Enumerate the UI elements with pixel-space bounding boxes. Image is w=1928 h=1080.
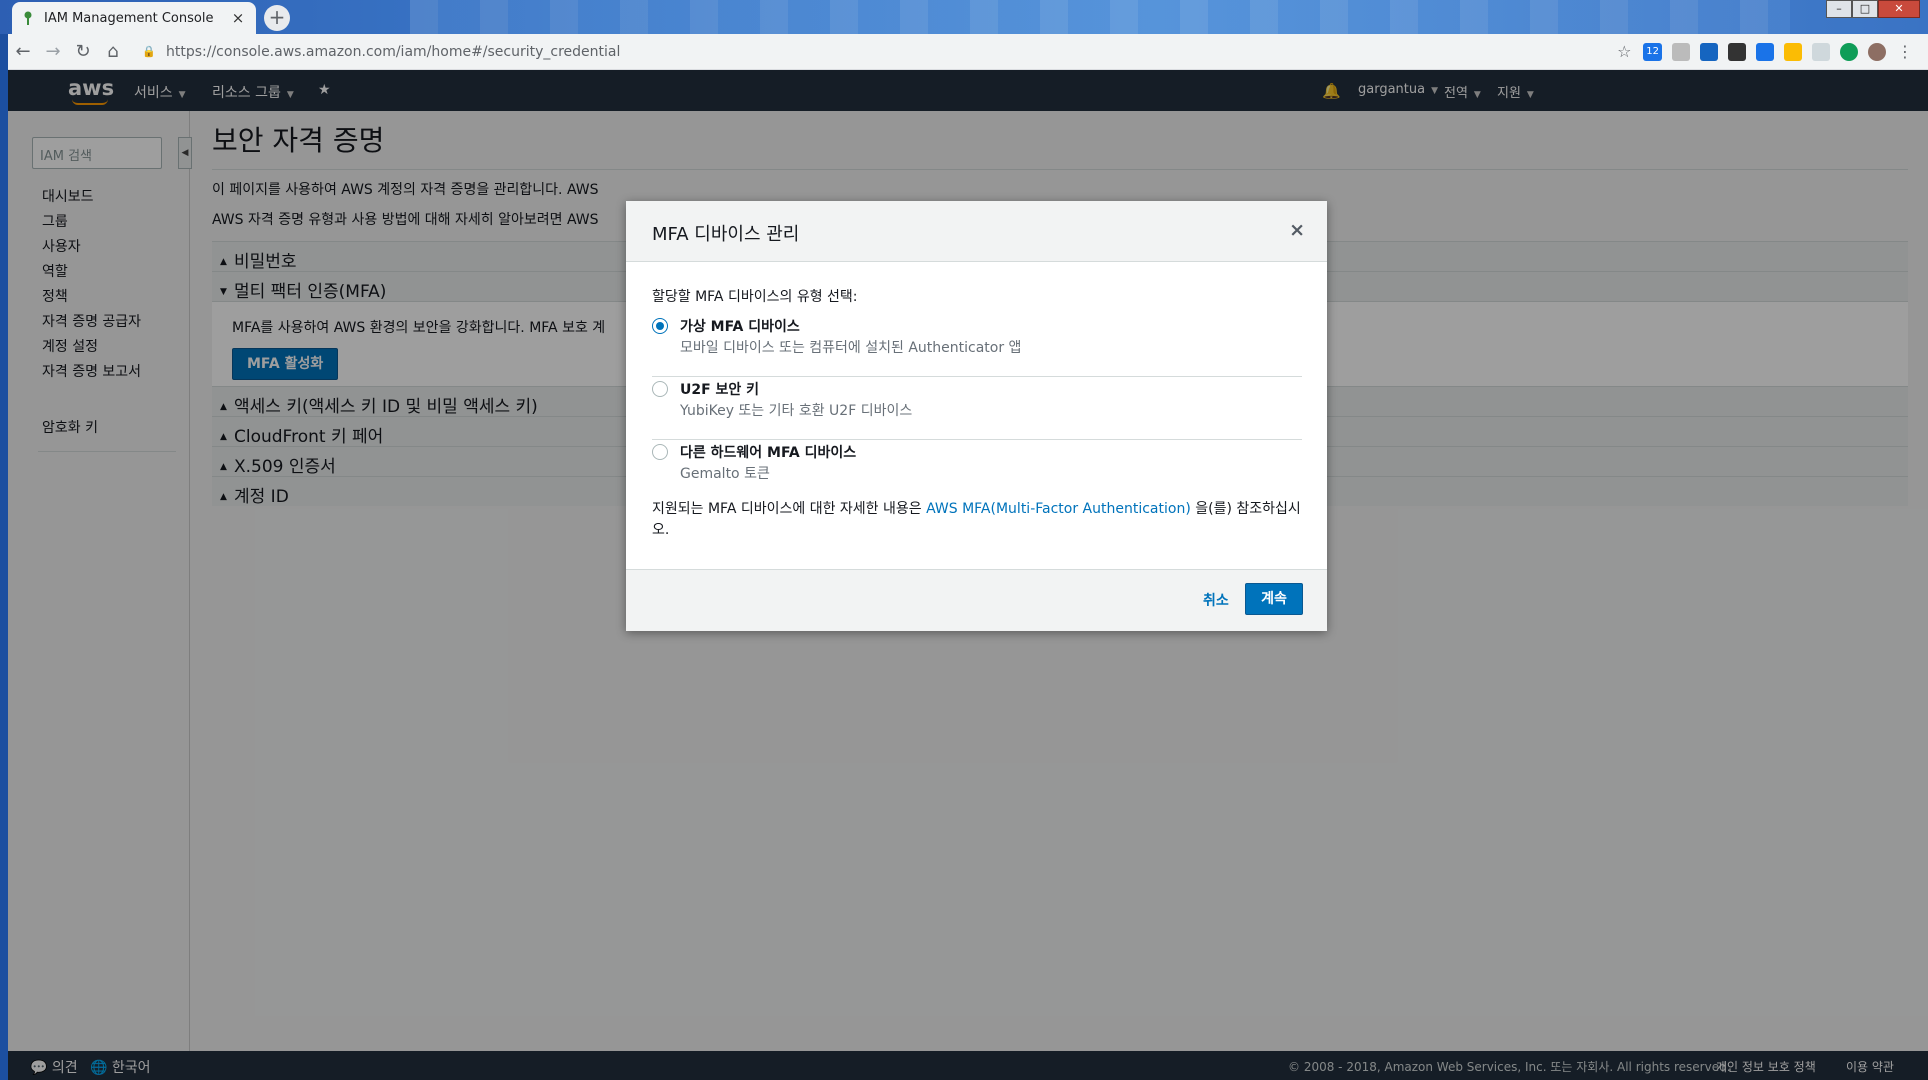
back-icon[interactable]: ← [8, 37, 38, 67]
tab-close-icon[interactable]: × [230, 9, 246, 27]
browser-tab[interactable]: IAM Management Console × [12, 2, 256, 34]
home-icon[interactable]: ⌂ [98, 37, 128, 67]
extension-icon[interactable] [1840, 42, 1858, 61]
note-prefix: 지원되는 MFA 디바이스에 대한 자세한 내용은 [652, 501, 927, 517]
extension-icon[interactable] [1672, 42, 1690, 61]
device-type-prompt: 할당할 MFA 디바이스의 유형 선택: [652, 289, 858, 305]
window-controls: – □ ✕ [1826, 0, 1920, 20]
close-icon[interactable]: × [1289, 219, 1305, 241]
option-name: 가상 MFA 디바이스 [680, 319, 800, 335]
profile-avatar-icon[interactable] [1868, 42, 1886, 61]
forward-icon[interactable]: → [38, 37, 68, 67]
window-close-icon[interactable]: ✕ [1878, 0, 1920, 18]
browser-toolbar: ← → ↻ ⌂ 🔒 https://console.aws.amazon.com… [8, 34, 1928, 70]
browser-tab-strip: IAM Management Console × + – □ ✕ [0, 0, 1928, 34]
extension-icons: ☆ 12 ⋮ [1615, 42, 1928, 61]
aws-console-page: aws 서비스 ▼ 리소스 그룹 ▼ ★ 🔔 gargantua ▼ 전역 ▼ 지원 ▼ … [8, 70, 1928, 1080]
address-bar[interactable]: 🔒 https://console.aws.amazon.com/iam/hom… [136, 38, 1615, 66]
menu-kebab-icon[interactable]: ⋮ [1896, 42, 1914, 61]
continue-button[interactable]: 계속 [1245, 583, 1303, 615]
extension-icon[interactable] [1756, 42, 1774, 61]
minimize-icon[interactable]: – [1826, 0, 1852, 18]
option-description: 모바일 디바이스 또는 컴퓨터에 설치된 Authenticator 앱 [680, 340, 1022, 356]
dialog-title: MFA 디바이스 관리 [652, 224, 800, 245]
option-hardware-mfa[interactable]: 다른 하드웨어 MFA 디바이스 Gemalto 토큰 [652, 440, 1302, 502]
lock-icon: 🔒 [142, 45, 156, 58]
option-description: Gemalto 토큰 [680, 466, 770, 482]
desktop-wallpaper [410, 0, 1790, 34]
aws-mfa-link[interactable]: AWS MFA(Multi-Factor Authentication) [926, 501, 1191, 517]
extension-icon[interactable] [1812, 42, 1830, 61]
aws-favicon-icon [22, 10, 34, 26]
option-u2f-key[interactable]: U2F 보안 키 YubiKey 또는 기타 호환 U2F 디바이스 [652, 377, 1302, 439]
extension-badge-icon[interactable]: 12 [1643, 42, 1662, 61]
option-description: YubiKey 또는 기타 호환 U2F 디바이스 [680, 403, 913, 419]
url-text: https://console.aws.amazon.com/iam/home#… [166, 43, 621, 60]
extension-icon[interactable] [1700, 42, 1718, 61]
radio-unselected[interactable] [652, 381, 668, 397]
mfa-info-note: 지원되는 MFA 디바이스에 대한 자세한 내용은 AWS MFA(Multi-… [652, 499, 1302, 541]
maximize-icon[interactable]: □ [1852, 0, 1878, 18]
option-virtual-mfa[interactable]: 가상 MFA 디바이스 모바일 디바이스 또는 컴퓨터에 설치된 Authent… [652, 314, 1302, 376]
tab-title: IAM Management Console [44, 10, 214, 26]
option-name: 다른 하드웨어 MFA 디바이스 [680, 445, 857, 461]
radio-unselected[interactable] [652, 444, 668, 460]
cancel-button[interactable]: 취소 [1203, 590, 1229, 610]
radio-selected[interactable] [652, 318, 668, 334]
reload-icon[interactable]: ↻ [68, 37, 98, 67]
extension-icon[interactable] [1728, 42, 1746, 61]
extension-icon[interactable] [1784, 42, 1802, 61]
manage-mfa-dialog: MFA 디바이스 관리 × 할당할 MFA 디바이스의 유형 선택: 가상 MF… [626, 201, 1327, 631]
dialog-header: MFA 디바이스 관리 × [626, 201, 1327, 262]
option-name: U2F 보안 키 [680, 382, 760, 398]
new-tab-button[interactable]: + [264, 5, 290, 31]
dialog-footer: 취소 계속 [626, 569, 1327, 631]
bookmark-star-icon[interactable]: ☆ [1615, 42, 1633, 61]
